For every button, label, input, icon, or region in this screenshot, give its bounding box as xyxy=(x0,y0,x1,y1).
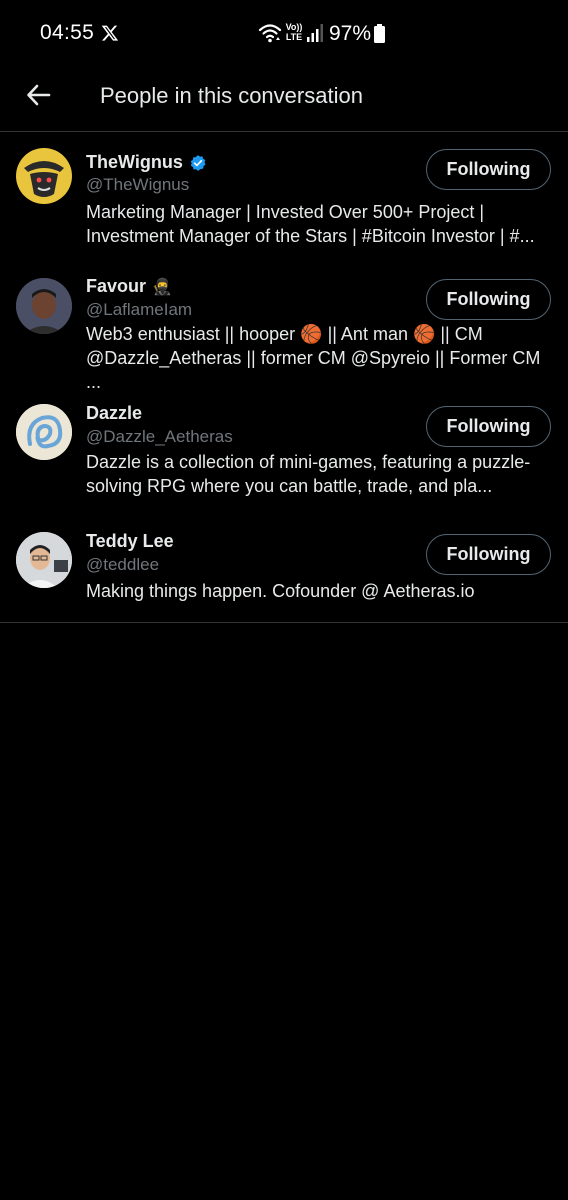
list-divider xyxy=(0,622,568,623)
avatar[interactable] xyxy=(16,404,72,460)
list-item[interactable]: Dazzle @Dazzle_Aetheras Dazzle is a coll… xyxy=(0,385,568,513)
people-list: TheWignus @TheWignus Marketing Manager |… xyxy=(0,133,568,622)
name-row: TheWignus xyxy=(86,152,207,173)
avatar[interactable] xyxy=(16,532,72,588)
name-emoji: 🥷 xyxy=(152,278,172,296)
user-bio: Making things happen. Cofounder @ Aether… xyxy=(86,581,475,601)
user-bio: Marketing Manager | Invested Over 500+ P… xyxy=(86,202,535,246)
avatar[interactable] xyxy=(16,278,72,334)
list-item[interactable]: TheWignus @TheWignus Marketing Manager |… xyxy=(0,133,568,257)
following-button[interactable]: Following xyxy=(426,149,551,190)
display-name[interactable]: TheWignus xyxy=(86,152,183,173)
user-handle[interactable]: @teddlee xyxy=(86,555,159,575)
volte-bottom-label: LTE xyxy=(285,32,303,42)
following-button[interactable]: Following xyxy=(426,279,551,320)
status-bar: 04:55 Vo)) LTE 97% xyxy=(0,0,568,66)
user-handle[interactable]: @TheWignus xyxy=(86,175,189,195)
battery-icon xyxy=(374,24,385,43)
list-item[interactable]: Favour 🥷 @LaflameIam Web3 enthusiast || … xyxy=(0,257,568,392)
status-time: 04:55 xyxy=(40,21,95,44)
display-name[interactable]: Dazzle xyxy=(86,403,142,424)
display-name[interactable]: Favour xyxy=(86,276,146,297)
verified-badge-icon xyxy=(190,154,206,171)
user-handle[interactable]: @Dazzle_Aetheras xyxy=(86,427,233,447)
volte-icon: Vo)) LTE xyxy=(284,22,304,44)
arrow-left-icon[interactable] xyxy=(24,80,54,110)
page-header: People in this conversation xyxy=(0,66,568,132)
signal-icon xyxy=(307,24,323,42)
following-button[interactable]: Following xyxy=(426,534,551,575)
list-item[interactable]: Teddy Lee @teddlee Making things happen.… xyxy=(0,513,568,622)
user-bio: Dazzle is a collection of mini-games, fe… xyxy=(86,452,531,496)
avatar[interactable] xyxy=(16,148,72,204)
x-logo-icon xyxy=(101,25,119,41)
page-title: People in this conversation xyxy=(100,83,363,108)
following-button[interactable]: Following xyxy=(426,406,551,447)
user-handle[interactable]: @LaflameIam xyxy=(86,300,192,320)
volte-top-label: Vo)) xyxy=(285,22,303,32)
battery-percentage: 97% xyxy=(329,22,372,45)
name-row: Teddy Lee xyxy=(86,531,174,552)
wifi-icon xyxy=(258,24,282,43)
name-row: Favour 🥷 xyxy=(86,276,172,297)
name-row: Dazzle xyxy=(86,403,142,424)
user-bio: Web3 enthusiast || hooper 🏀 || Ant man 🏀… xyxy=(86,324,541,392)
display-name[interactable]: Teddy Lee xyxy=(86,531,174,552)
